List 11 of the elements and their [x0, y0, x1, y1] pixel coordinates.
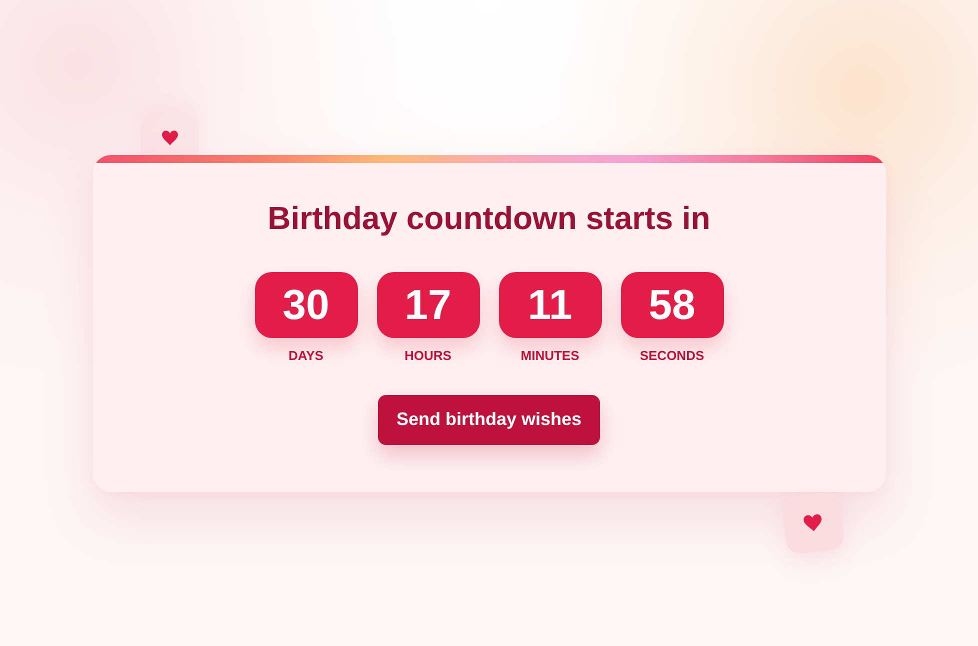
countdown-number: 17	[376, 272, 480, 338]
unit-label: MINUTES	[520, 348, 580, 364]
countdown-number: 58	[620, 272, 724, 338]
heart-icon	[140, 112, 198, 154]
unit-label: HOURS	[404, 348, 452, 364]
unit-label: DAYS	[288, 348, 324, 364]
send-wishes-button[interactable]: Send birthday wishes	[378, 394, 600, 444]
countdown-number: 11	[498, 272, 602, 338]
unit-label: SECONDS	[640, 348, 704, 364]
countdown-number: 30	[254, 272, 358, 338]
countdown-title: Birthday countdown starts in	[268, 200, 710, 236]
